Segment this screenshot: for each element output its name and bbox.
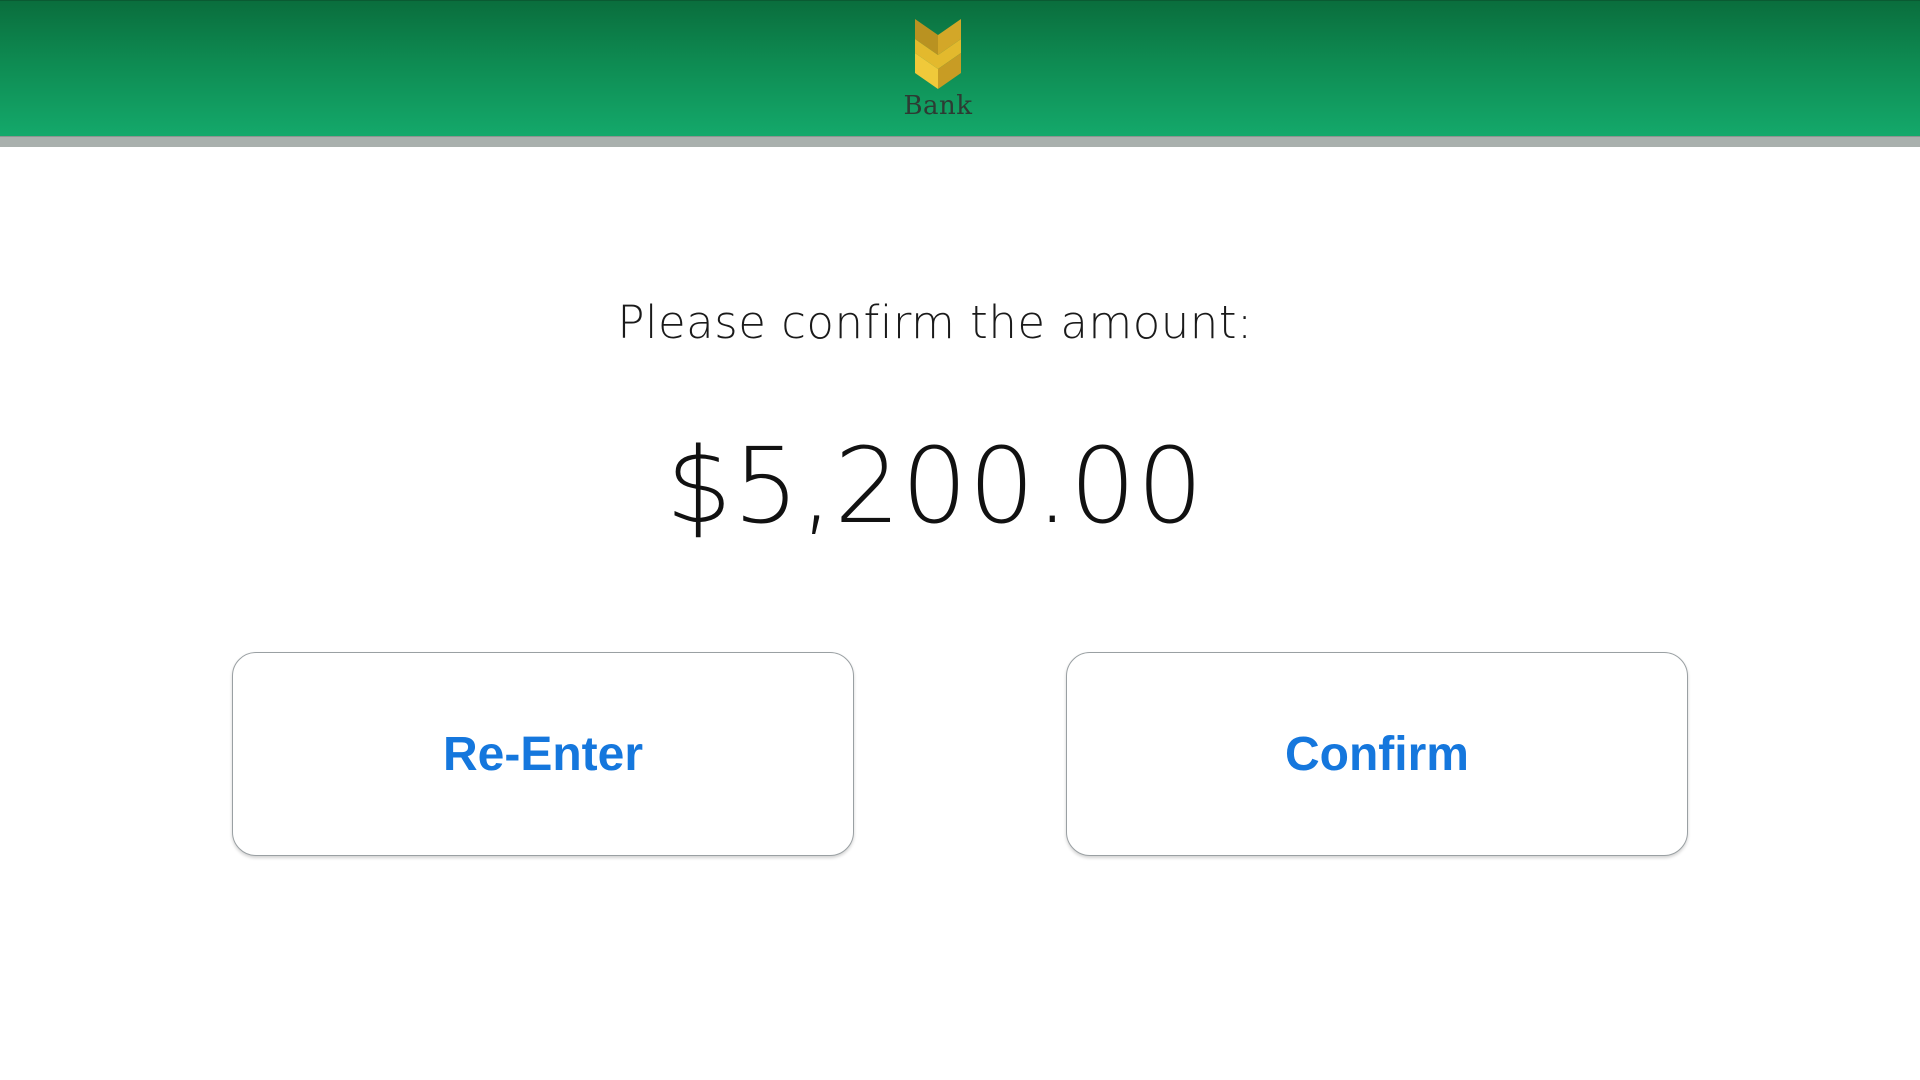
amount-display: $5,200.00 — [665, 425, 1205, 547]
confirm-prompt: Please confirm the amount: — [617, 296, 1253, 349]
bank-logo-text: Bank — [903, 91, 973, 121]
re-enter-button[interactable]: Re-Enter — [232, 652, 854, 856]
header-divider — [0, 136, 1920, 147]
confirm-button[interactable]: Confirm — [1066, 652, 1688, 856]
bank-logo: Bank — [900, 15, 976, 125]
bank-logo-icon — [915, 19, 961, 89]
header-bar: Bank — [0, 0, 1920, 137]
